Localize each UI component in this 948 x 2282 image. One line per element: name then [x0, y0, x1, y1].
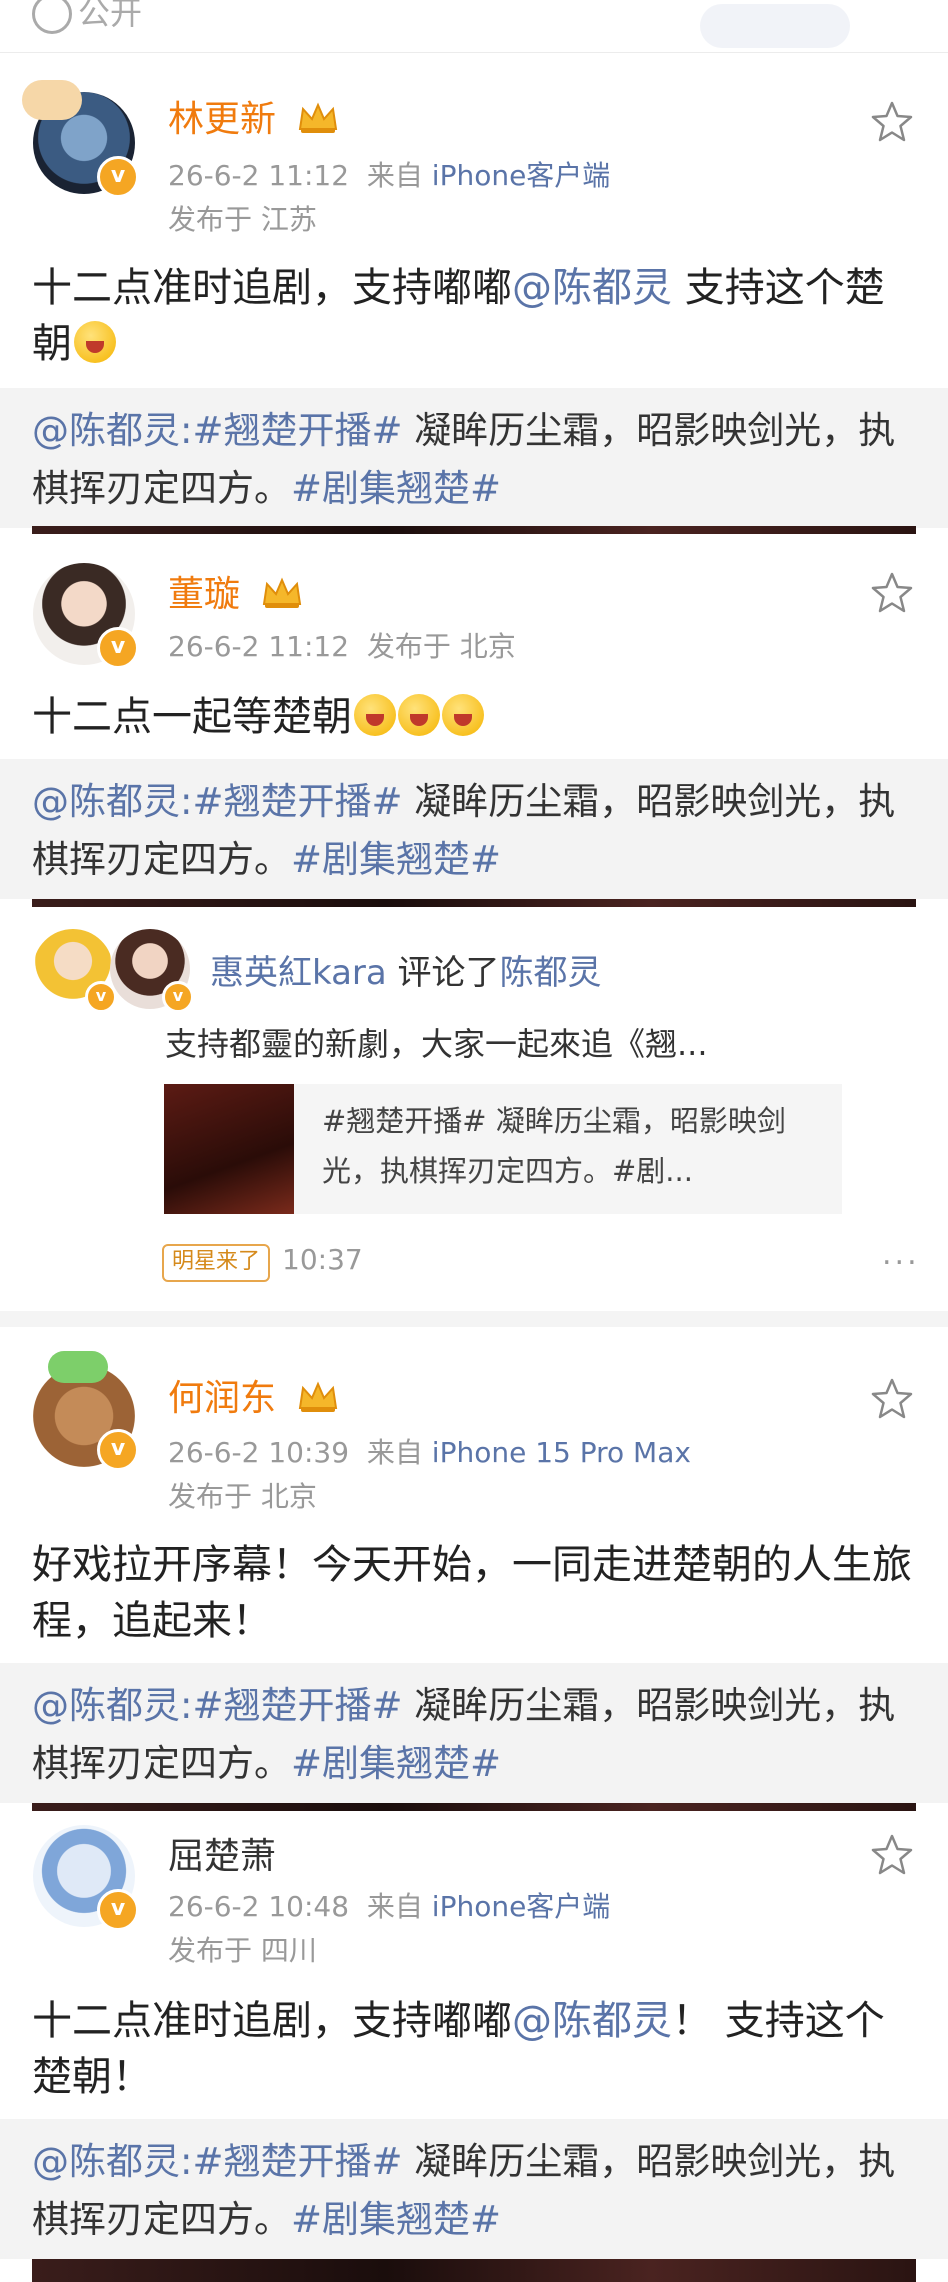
post-lingengxin: v 林更新 26-6-2 11:12 来自 iPhone客户端 发布于 江苏 十… — [0, 60, 948, 535]
verified-icon: v — [97, 156, 139, 198]
avatar-pendant-icon — [22, 80, 82, 120]
mention-link[interactable]: @陈都灵 — [512, 1998, 672, 2044]
post-location: 发布于 北京 — [168, 1480, 317, 1513]
emoji-icon — [74, 321, 116, 363]
post-content: 十二点准时追剧，支持嘟嘟@陈都灵 支持这个楚朝 — [32, 260, 912, 372]
quoted-thumbnail — [164, 1084, 294, 1214]
post-meta: 26-6-2 10:39 来自 iPhone 15 Pro Max — [168, 1431, 691, 1471]
source-badge: 明星来了 — [162, 1244, 271, 1282]
target-name[interactable]: 陈都灵 — [500, 953, 602, 993]
quoted-post[interactable]: #翘楚开播# 凝眸历尘霜，昭影映剑光，执棋挥刃定四方。#剧... — [164, 1084, 842, 1214]
user-name-text: 何润东 — [168, 1378, 277, 1419]
post-source[interactable]: iPhone 15 Pro Max — [432, 1436, 691, 1469]
user-name-text: 林更新 — [168, 99, 277, 140]
post-content: 好戏拉开序幕！今天开始，一同走进楚朝的人生旅程，追起来！ — [32, 1542, 912, 1644]
comment-title: 惠英紅kara 评论了陈都灵 — [210, 945, 602, 994]
post-herundong: v 何润东 26-6-2 10:39 来自 iPhone 15 Pro Max … — [0, 1327, 948, 1813]
user-name-text: 董璇 — [168, 574, 241, 615]
source-prefix: 来自 — [366, 159, 423, 192]
quoted-text: #翘楚开播# 凝眸历尘霜，昭影映剑光，执棋挥刃定四方。#剧... — [322, 1104, 786, 1188]
post-meta: 26-6-2 11:12 来自 iPhone客户端 — [168, 154, 610, 194]
comment-card[interactable]: v v 惠英紅kara 评论了陈都灵 支持都靈的新劇，大家一起來追《翘... #… — [0, 911, 948, 1311]
commenter-name[interactable]: 惠英紅kara — [210, 953, 387, 993]
content-text: 十二点准时追剧，支持嘟嘟 — [32, 265, 512, 311]
avatar[interactable]: v — [33, 1825, 139, 1931]
content-text: 十二点一起等楚朝 — [32, 694, 352, 740]
post-source[interactable]: iPhone客户端 — [432, 1890, 611, 1923]
verified-icon: v — [162, 981, 194, 1013]
crown-icon — [299, 102, 338, 133]
topic-link[interactable]: :#翘楚开播# — [180, 1684, 402, 1727]
more-options-icon[interactable]: ... — [882, 1237, 920, 1272]
verified-icon: v — [85, 981, 117, 1013]
avatar-target[interactable]: v — [110, 929, 194, 1013]
media-preview[interactable] — [32, 899, 916, 907]
verified-icon: v — [97, 1429, 139, 1471]
comment-text: 支持都靈的新劇，大家一起來追《翘... — [165, 1025, 708, 1063]
mention-link[interactable]: @陈都灵 — [32, 1684, 180, 1727]
repost-box[interactable]: @陈都灵:#翘楚开播# 凝眸历尘霜，昭影映剑光，执棋挥刃定四方。#剧集翘楚# — [0, 2119, 948, 2259]
avatar-commenter[interactable]: v — [33, 929, 117, 1013]
media-preview[interactable] — [32, 2259, 916, 2282]
avatar[interactable]: v — [33, 563, 139, 669]
post-location: 发布于 北京 — [366, 630, 516, 663]
topic-link[interactable]: #剧集翘楚# — [291, 2198, 501, 2241]
post-meta: 26-6-2 10:48 来自 iPhone客户端 — [168, 1885, 610, 1925]
post-time: 26-6-2 10:39 — [168, 1436, 350, 1469]
repost-box[interactable]: @陈都灵:#翘楚开播# 凝眸历尘霜，昭影映剑光，执棋挥刃定四方。#剧集翘楚# — [0, 759, 948, 899]
decorative-blob — [700, 4, 850, 48]
user-name[interactable]: 董璇 — [168, 565, 303, 617]
favorite-star-icon[interactable] — [870, 571, 914, 615]
praise-badge-icon — [48, 1351, 108, 1383]
comment-time: 10:37 — [282, 1243, 363, 1276]
topic-link[interactable]: :#翘楚开播# — [180, 409, 402, 452]
repost-box[interactable]: @陈都灵:#翘楚开播# 凝眸历尘霜，昭影映剑光，执棋挥刃定四方。#剧集翘楚# — [0, 388, 948, 528]
post-dongxuan: v 董璇 26-6-2 11:12 发布于 北京 十二点一起等楚朝 @陈都灵:#… — [0, 537, 948, 909]
topic-link[interactable]: :#翘楚开播# — [180, 2140, 402, 2183]
post-content: 十二点一起等楚朝 — [32, 689, 912, 745]
media-preview[interactable] — [32, 526, 916, 534]
post-time: 26-6-2 10:48 — [168, 1890, 350, 1923]
mention-link[interactable]: @陈都灵 — [32, 780, 180, 823]
post-location: 发布于 四川 — [168, 1934, 317, 1967]
post-time: 26-6-2 11:12 — [168, 630, 350, 663]
source-prefix: 来自 — [366, 1890, 423, 1923]
emoji-icon — [354, 694, 396, 736]
user-name[interactable]: 何润东 — [168, 1369, 339, 1421]
visibility-label: 公开 — [78, 0, 143, 32]
post-content: 十二点准时追剧，支持嘟嘟@陈都灵！ 支持这个楚朝！ — [32, 1993, 912, 2105]
previous-post-footer: 公开 — [0, 0, 948, 53]
user-name[interactable]: 屈楚萧 — [168, 1827, 276, 1879]
source-prefix: 来自 — [366, 1436, 423, 1469]
crown-icon — [263, 577, 302, 608]
favorite-star-icon[interactable] — [870, 1377, 914, 1421]
post-time: 26-6-2 11:12 — [168, 159, 350, 192]
content-text: 十二点准时追剧，支持嘟嘟 — [32, 1998, 512, 2044]
verified-icon: v — [97, 1889, 139, 1931]
divider — [0, 1311, 948, 1327]
topic-link[interactable]: #剧集翘楚# — [291, 838, 501, 881]
verified-icon: v — [97, 627, 139, 669]
topic-link[interactable]: :#翘楚开播# — [180, 780, 402, 823]
post-source[interactable]: iPhone客户端 — [432, 159, 611, 192]
mention-link[interactable]: @陈都灵 — [512, 265, 672, 311]
user-name-text: 屈楚萧 — [168, 1836, 277, 1877]
mention-link[interactable]: @陈都灵 — [32, 2140, 180, 2183]
comment-verb: 评论了 — [386, 953, 500, 993]
post-location: 发布于 江苏 — [168, 203, 317, 236]
post-quchuxiao: v 屈楚萧 26-6-2 10:48 来自 iPhone客户端 发布于 四川 十… — [0, 1815, 948, 2282]
repost-box[interactable]: @陈都灵:#翘楚开播# 凝眸历尘霜，昭影映剑光，执棋挥刃定四方。#剧集翘楚# — [0, 1663, 948, 1803]
user-name[interactable]: 林更新 — [168, 90, 339, 142]
topic-link[interactable]: #剧集翘楚# — [291, 467, 501, 510]
favorite-star-icon[interactable] — [870, 1833, 914, 1877]
topic-link[interactable]: #剧集翘楚# — [291, 1742, 501, 1785]
media-preview[interactable] — [32, 1803, 916, 1811]
emoji-icon — [398, 694, 440, 736]
post-meta: 26-6-2 11:12 发布于 北京 — [168, 625, 516, 665]
crown-icon — [299, 1381, 338, 1412]
favorite-star-icon[interactable] — [870, 100, 914, 144]
mention-link[interactable]: @陈都灵 — [32, 409, 180, 452]
emoji-icon — [442, 694, 484, 736]
visibility-icon — [32, 0, 72, 34]
